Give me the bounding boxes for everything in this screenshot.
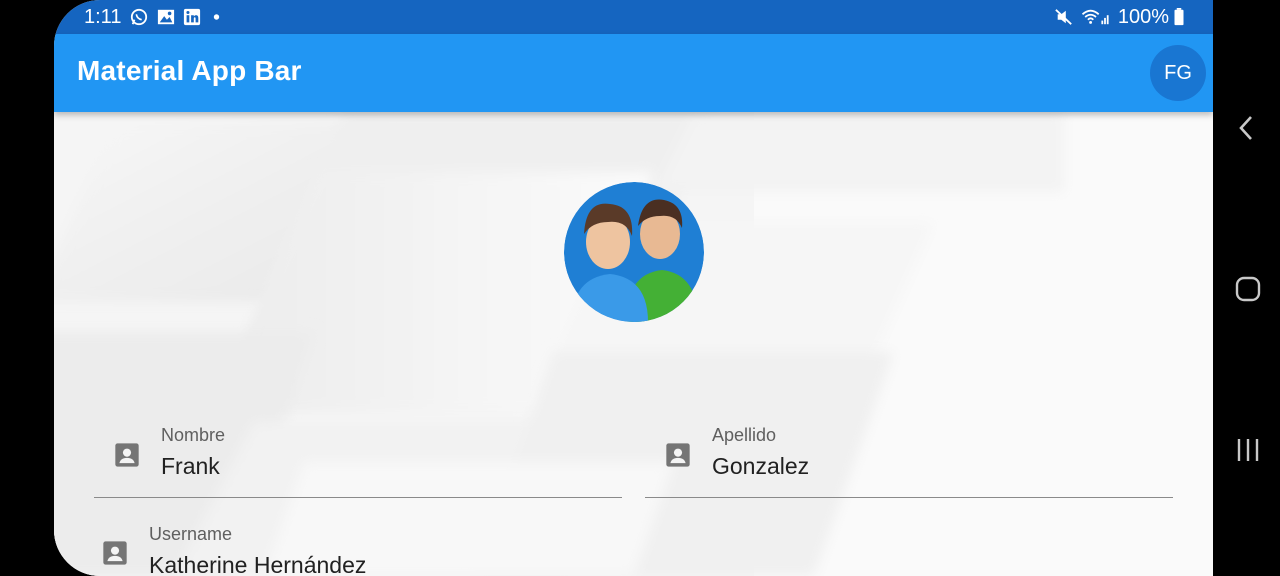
account-box-icon (666, 443, 690, 467)
users-avatar-image (564, 182, 704, 322)
account-box-icon (103, 541, 127, 565)
app-screen: 1:11 100% Material App Bar FG Nombre Fra… (54, 0, 1213, 576)
linkedin-icon (183, 8, 201, 26)
apellido-value[interactable]: Gonzalez (712, 453, 809, 480)
status-time: 1:11 (84, 6, 122, 28)
battery-percentage: 100% (1117, 6, 1169, 28)
system-navigation-bar (1213, 0, 1280, 576)
battery-icon (1174, 8, 1184, 26)
apellido-underline (645, 497, 1173, 498)
content-area: Nombre Frank Apellido Gonzalez Username … (54, 112, 1213, 576)
nombre-value[interactable]: Frank (161, 453, 220, 480)
nombre-label: Nombre (161, 425, 226, 445)
username-label: Username (149, 524, 233, 544)
apellido-field[interactable]: Apellido Gonzalez (645, 417, 1173, 499)
app-bar-title: Material App Bar (77, 55, 302, 86)
wifi-signal-icon (1081, 9, 1109, 25)
app-bar: Material App Bar FG (54, 34, 1213, 112)
mute-icon (1055, 9, 1072, 25)
nombre-field[interactable]: Nombre Frank (94, 417, 622, 499)
username-value[interactable]: Katherine Hernández (149, 552, 366, 576)
username-field[interactable]: Username Katherine Hernández (94, 516, 1173, 576)
home-icon[interactable] (1235, 276, 1261, 302)
users-icon (564, 182, 704, 322)
back-icon[interactable] (1235, 114, 1259, 142)
whatsapp-icon (130, 8, 148, 26)
gallery-icon (157, 9, 175, 25)
apellido-label: Apellido (712, 425, 777, 445)
nombre-underline (94, 497, 622, 498)
notification-dot-icon (213, 14, 220, 20)
profile-avatar[interactable]: FG (1150, 45, 1206, 101)
recent-apps-icon[interactable] (1235, 436, 1261, 464)
status-bar: 1:11 100% (54, 0, 1213, 34)
account-box-icon (115, 443, 139, 467)
